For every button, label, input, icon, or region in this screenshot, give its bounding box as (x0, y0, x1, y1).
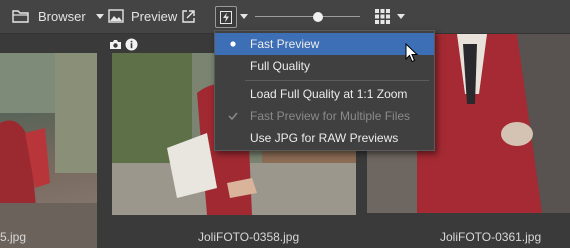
camera-icon (109, 38, 122, 51)
menu-item-label: Use JPG for RAW Previews (250, 131, 399, 145)
checkmark-icon (228, 105, 238, 127)
lightning-icon (220, 10, 232, 24)
menu-item-label: Full Quality (250, 59, 311, 73)
thumbnail-image[interactable] (0, 53, 97, 248)
preview-quality-button[interactable] (215, 6, 237, 28)
image-icon (108, 9, 124, 23)
preview-label: Preview (131, 8, 178, 24)
chevron-down-icon[interactable] (240, 5, 248, 27)
mouse-cursor-icon (405, 42, 419, 68)
menu-item-full-quality[interactable]: Full Quality (215, 55, 434, 77)
menu-item-use-jpg-raw[interactable]: Use JPG for RAW Previews (215, 127, 434, 149)
thumbnail-overlay-icons (109, 38, 138, 51)
menu-item-label: Fast Preview for Multiple Files (250, 109, 411, 123)
thumbnail-filename: 5.jpg (0, 230, 27, 244)
chevron-down-icon[interactable] (95, 13, 104, 19)
toolbar: Browser Preview (0, 0, 570, 34)
browser-button[interactable]: Browser (12, 5, 104, 27)
menu-item-load-full-quality-zoom[interactable]: Load Full Quality at 1:1 Zoom (215, 83, 434, 105)
radio-dot-icon (228, 33, 238, 55)
thumbnail-filename: JoliFOTO-0361.jpg (440, 230, 542, 244)
preview-quality-menu: Fast Preview Full Quality Load Full Qual… (214, 30, 435, 151)
external-link-icon (181, 9, 196, 24)
menu-item-label: Load Full Quality at 1:1 Zoom (250, 87, 408, 101)
menu-item-fast-preview[interactable]: Fast Preview (215, 33, 434, 55)
preview-button[interactable]: Preview (108, 5, 177, 27)
external-link-button[interactable] (181, 5, 196, 27)
menu-item-label: Fast Preview (250, 37, 320, 51)
grid-icon (375, 8, 390, 24)
browser-label: Browser (38, 8, 86, 24)
grid-view-button[interactable] (375, 5, 390, 27)
chevron-down-icon[interactable] (397, 5, 405, 27)
folder-icon (12, 9, 29, 23)
thumbnail-size-slider-thumb[interactable] (313, 12, 323, 22)
thumbnail-size-slider-track[interactable] (255, 16, 360, 17)
info-icon[interactable] (125, 38, 138, 51)
menu-separator (245, 80, 429, 81)
thumbnail-filename: JoliFOTO-0358.jpg (198, 230, 300, 244)
menu-item-fast-preview-multiple: Fast Preview for Multiple Files (215, 105, 434, 127)
